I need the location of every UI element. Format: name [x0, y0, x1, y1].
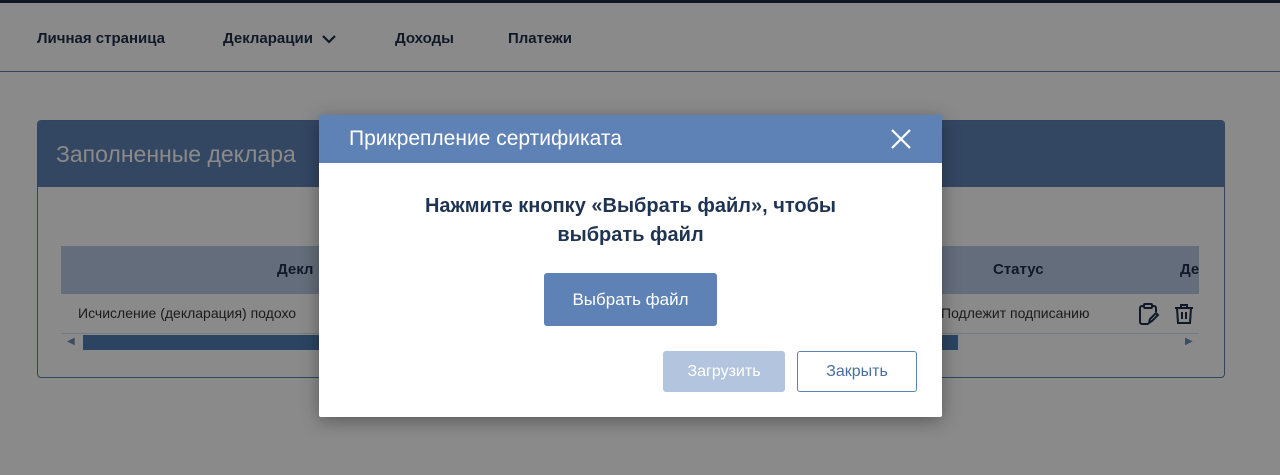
modal-message: Нажмите кнопку «Выбрать файл», чтобы выб… — [359, 192, 902, 250]
modal-message-line: выбрать файл — [557, 224, 704, 246]
modal-header: Прикрепление сертификата — [319, 115, 942, 163]
choose-file-button[interactable]: Выбрать файл — [544, 273, 717, 326]
upload-button[interactable]: Загрузить — [663, 351, 785, 392]
modal-message-line: Нажмите кнопку «Выбрать файл», чтобы — [424, 195, 837, 217]
close-button[interactable]: Закрыть — [797, 351, 917, 392]
close-icon[interactable] — [890, 128, 912, 150]
modal-title: Прикрепление сертификата — [349, 127, 622, 150]
attach-certificate-modal: Прикрепление сертификата Нажмите кнопку … — [319, 115, 942, 417]
